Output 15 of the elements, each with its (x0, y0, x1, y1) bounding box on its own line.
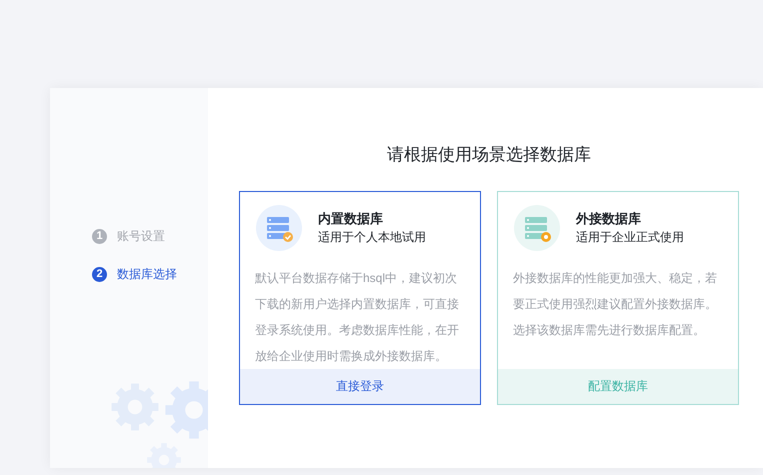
card-subtitle: 适用于个人本地试用 (318, 229, 426, 246)
step-label: 数据库选择 (117, 266, 177, 283)
card-title: 外接数据库 (576, 210, 642, 228)
page-title: 请根据使用场景选择数据库 (386, 144, 592, 166)
database-card[interactable]: 内置数据库 适用于个人本地试用 默认平台数据存储于hsql中，建议初次下载的新用户选择内置数据库，可直接登录系统使用。考虑数据库性能，在开放给企业使用时需换成外接数据库。 直接登录 (239, 190, 481, 404)
database-card[interactable]: 外接数据库 适用于企业正式使用 外接数据库的性能更加强大、稳定，若要正式使用强烈建议配置外接数据库。选择该数据库需先进行数据库配置。 配置数据库 (497, 190, 739, 404)
server-icon (256, 204, 302, 250)
card-action-button[interactable]: 直接登录 (240, 369, 480, 404)
step-number[interactable]: 2 (92, 266, 107, 282)
card-description: 默认平台数据存储于hsql中，建议初次下载的新用户选择内置数据库，可直接登录系统使用。考虑数据库性能，在开放给企业使用时需换成外接数据库。 (254, 270, 460, 364)
card-title: 内置数据库 (318, 210, 384, 228)
server-icon (514, 204, 560, 250)
card-subtitle: 适用于企业正式使用 (576, 229, 684, 246)
card-description: 外接数据库的性能更加强大、稳定，若要正式使用强烈建议配置外接数据库。选择该数据库需先进行数据库配置。 (512, 270, 718, 338)
step-label: 账号设置 (117, 228, 165, 245)
